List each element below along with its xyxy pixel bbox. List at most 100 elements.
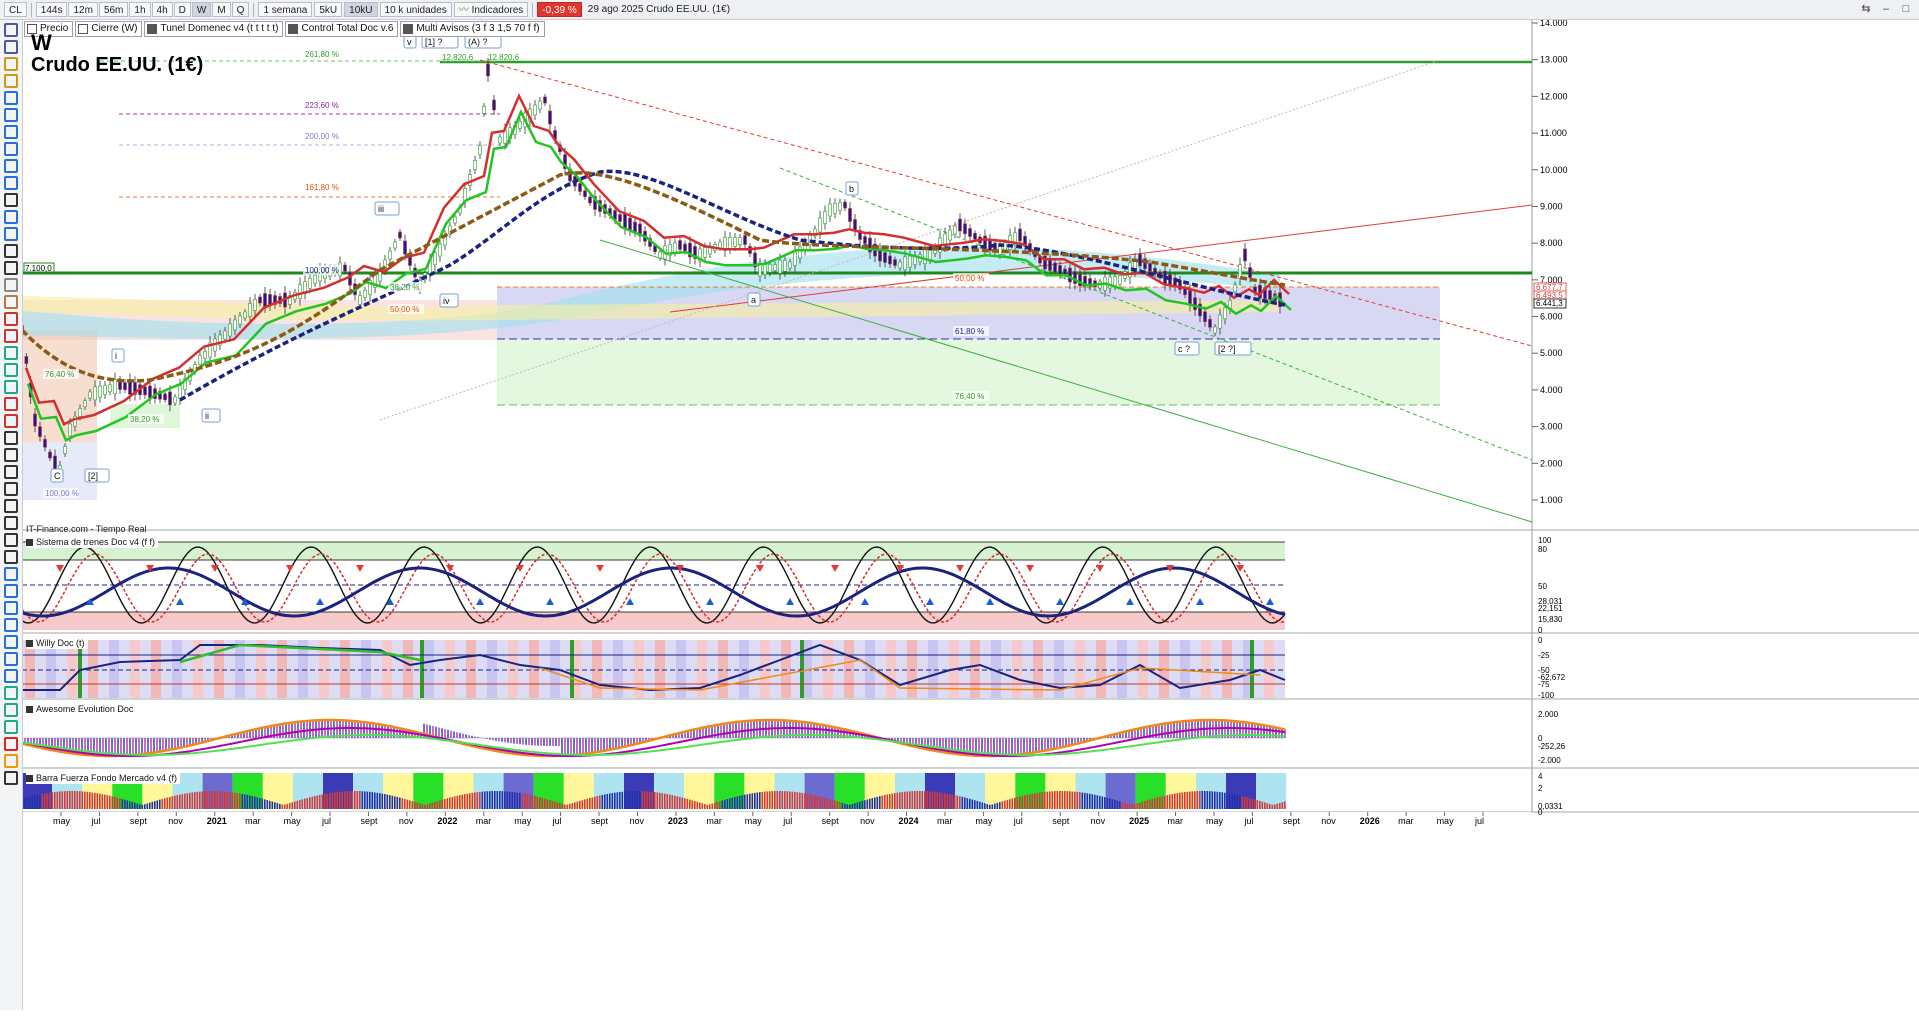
timeframe-w[interactable]: W: [191, 2, 212, 17]
drawing-tool-icon[interactable]: [4, 686, 18, 700]
drawing-tool-icon[interactable]: [4, 295, 18, 309]
drawing-tool-icon[interactable]: [4, 499, 18, 513]
fib-label: 76,40 %: [45, 370, 74, 379]
drawing-tool-icon[interactable]: [4, 533, 18, 547]
drawing-tool-icon[interactable]: [4, 125, 18, 139]
drawing-tool-icon[interactable]: [4, 754, 18, 768]
p4-hist-bar: [659, 792, 661, 809]
drawing-tool-icon[interactable]: [4, 584, 18, 598]
share-icon[interactable]: ⇆: [1859, 2, 1873, 16]
drawing-tool-icon[interactable]: [4, 210, 18, 224]
top-toolbar: CL 144s 12m 56m 1h 4h D W M Q 1 semana 5kU 10kU …: [0, 0, 1919, 20]
timeframe-56m[interactable]: 56m: [98, 2, 129, 17]
p4-hist-bar: [876, 796, 879, 809]
p4-hist-bar: [984, 803, 986, 809]
drawing-tool-icon[interactable]: [4, 227, 18, 241]
drawing-tool-icon[interactable]: [4, 312, 18, 326]
indicators-button[interactable]: 〰 Indicadores: [453, 2, 529, 17]
drawing-tool-icon[interactable]: [4, 737, 18, 751]
p3-hist-bar: [537, 738, 539, 746]
p4-hist-bar: [871, 798, 874, 809]
p3-hist-bar: [459, 732, 461, 738]
period-selector[interactable]: 1 semana: [258, 2, 313, 17]
drawing-tool-icon[interactable]: [4, 414, 18, 428]
p4-hist-bar: [859, 801, 861, 809]
timeframe-12m[interactable]: 12m: [68, 2, 98, 17]
drawing-tool-icon[interactable]: [4, 380, 18, 394]
toggle-1[interactable]: Cierre (W): [75, 21, 143, 37]
drawing-tool-icon[interactable]: [4, 635, 18, 649]
drawing-tool-icon[interactable]: [4, 567, 18, 581]
drawing-tool-icon[interactable]: [4, 618, 18, 632]
p4-hist-bar: [899, 792, 901, 809]
drawing-tool-icon[interactable]: [4, 465, 18, 479]
p4-hist-bar: [651, 791, 654, 809]
timeframe-4h[interactable]: 4h: [151, 2, 173, 17]
p4-hist-bar: [711, 803, 714, 809]
drawing-tool-icon[interactable]: [4, 108, 18, 122]
drawing-tool-icon[interactable]: [4, 57, 18, 71]
drawing-tool-icon[interactable]: [4, 550, 18, 564]
p4-hist-bar: [324, 793, 326, 809]
drawing-tool-icon[interactable]: [4, 74, 18, 88]
p4-hist-bar: [1059, 791, 1061, 809]
toggle-2[interactable]: Tunel Domenec v4 (t t t t t): [144, 21, 284, 37]
minimize-icon[interactable]: –: [1879, 2, 1893, 16]
timeframe-q[interactable]: Q: [231, 2, 250, 17]
drawing-tool-icon[interactable]: [4, 244, 18, 258]
drawing-tool-icon[interactable]: [4, 516, 18, 530]
p4-hist-bar: [1176, 793, 1179, 809]
timeframe-144s[interactable]: 144s: [35, 2, 68, 17]
drawing-tool-icon[interactable]: [4, 703, 18, 717]
drawing-tool-icon[interactable]: [4, 397, 18, 411]
toggle-4[interactable]: Multi Avisos (3 f 3 1,5 70 f f): [400, 21, 545, 37]
level-label: 7.100,0: [25, 264, 52, 273]
drawing-tool-icon[interactable]: [4, 142, 18, 156]
p4-hist-bar: [869, 798, 871, 809]
p4-hist-bar: [199, 791, 201, 809]
p4-hist-bar: [904, 791, 906, 809]
p4-hist-bar: [1111, 799, 1114, 809]
drawing-tool-icon[interactable]: [4, 363, 18, 377]
symbol-selector[interactable]: CL: [4, 2, 27, 17]
drawing-tool-icon[interactable]: [4, 193, 18, 207]
timeframe-d[interactable]: D: [173, 2, 191, 17]
units-5k-button[interactable]: 5kU: [314, 2, 343, 17]
drawing-tool-icon[interactable]: [4, 771, 18, 785]
p4-hist-bar: [124, 799, 126, 809]
drawing-tool-icon[interactable]: [4, 176, 18, 190]
drawing-tool-icon[interactable]: [4, 40, 18, 54]
p3-hist-bar: [462, 733, 464, 738]
drawing-tool-icon[interactable]: [4, 448, 18, 462]
checkbox-icon: [78, 24, 89, 34]
timeframe-m[interactable]: M: [212, 2, 231, 17]
drawing-tool-icon[interactable]: [4, 261, 18, 275]
drawing-tool-icon[interactable]: [4, 329, 18, 343]
p4-hist-bar: [1116, 800, 1119, 809]
drawing-tool-icon[interactable]: [4, 601, 18, 615]
p4-hist-bar: [251, 796, 254, 809]
drawing-tool-icon[interactable]: [4, 431, 18, 445]
drawing-tool-icon[interactable]: [4, 23, 18, 37]
p4-hist-bar: [1154, 798, 1156, 809]
p4-hist-bar: [941, 792, 944, 809]
drawing-tool-icon[interactable]: [4, 159, 18, 173]
chart-canvas[interactable]: 14.00013.00012.00011.00010.0009.0008.000…: [0, 0, 1919, 1030]
units-10k-button[interactable]: 10kU: [344, 2, 378, 17]
p4-hist-bar: [106, 795, 109, 809]
p3-hist-bar: [138, 738, 140, 755]
toggle-3[interactable]: Control Total Doc v.6: [285, 21, 399, 37]
drawing-tool-icon[interactable]: [4, 720, 18, 734]
timeframe-1h[interactable]: 1h: [129, 2, 151, 17]
drawing-tool-icon[interactable]: [4, 482, 18, 496]
drawing-tool-icon[interactable]: [4, 346, 18, 360]
maximize-icon[interactable]: □: [1899, 2, 1913, 16]
drawing-tool-icon[interactable]: [4, 278, 18, 292]
p4-hist-bar: [704, 804, 706, 809]
drawing-tool-icon[interactable]: [4, 91, 18, 105]
p4-hist-bar: [1196, 791, 1199, 809]
units-selector[interactable]: 10 k unidades: [379, 2, 452, 17]
p2-bar: [277, 640, 287, 698]
drawing-tool-icon[interactable]: [4, 669, 18, 683]
drawing-tool-icon[interactable]: [4, 652, 18, 666]
